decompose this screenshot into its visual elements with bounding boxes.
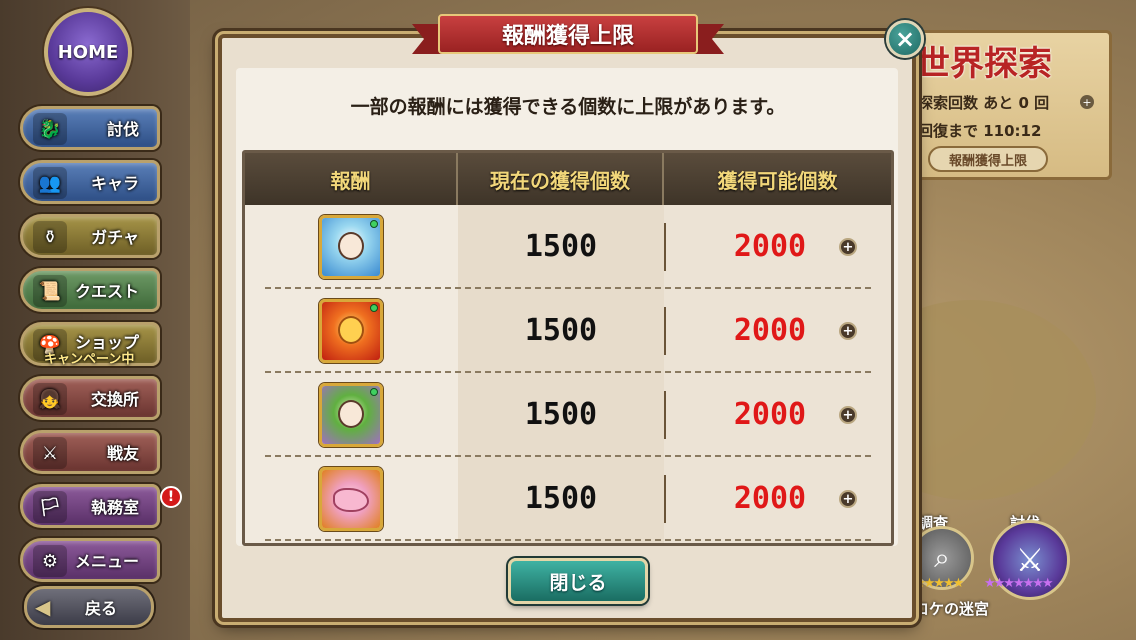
menu-label: クエスト [74, 282, 139, 301]
table-row: 1500 2000 + [245, 373, 891, 457]
dialog-title: 報酬獲得上限 [438, 14, 698, 54]
menu-item-menu[interactable]: ⚙ メニュー [20, 538, 160, 582]
scroll-icon: 📜 [33, 275, 67, 307]
characters-icon: 👥 [33, 167, 67, 199]
max-count: 2000 [733, 229, 807, 264]
reward-limit-table: 報酬 現在の獲得個数 獲得可能個数 1500 2000 + 1500 2000 … [242, 150, 894, 546]
column-header-reward: 報酬 [245, 153, 458, 205]
office-alert-icon: ! [160, 486, 182, 508]
plus-icon[interactable]: + [839, 322, 857, 340]
flower-beast-unit-icon [322, 302, 380, 360]
close-dialog-button[interactable]: 閉じる [508, 558, 648, 604]
gear-icon: ⚙ [33, 545, 67, 577]
current-count: 1500 [524, 397, 598, 432]
menu-item-subjugate[interactable]: 🐉 討伐 [20, 106, 160, 150]
menu-label: 討伐 [106, 120, 139, 139]
hooded-girl-unit-icon [322, 386, 380, 444]
menu-item-exchange[interactable]: 👧 交換所 [20, 376, 160, 420]
menu-label: メニュー [74, 552, 139, 571]
reward-limit-button[interactable]: 報酬獲得上限 [928, 146, 1048, 172]
dragon-icon: 🐉 [33, 113, 67, 145]
menu-label: 交換所 [90, 390, 139, 409]
dungeon-name: コケの迷宮 [914, 600, 990, 618]
plus-icon[interactable]: + [839, 490, 857, 508]
world-explore-title: 世界探索 [916, 44, 1052, 84]
subjugate-stars: ★★★★★★★ [984, 576, 1054, 591]
table-row: 1500 2000 + [245, 457, 891, 541]
explore-plus-icon[interactable]: + [1080, 95, 1094, 109]
table-row: 1500 2000 + [245, 205, 891, 289]
menu-item-quest[interactable]: 📜 クエスト [20, 268, 160, 312]
current-count: 1500 [524, 481, 598, 516]
reward-item-icon[interactable] [319, 383, 383, 447]
explore-count-text: 探索回数 あと 0 回 [918, 94, 1050, 112]
row-separator [265, 539, 871, 541]
current-count: 1500 [524, 313, 598, 348]
back-label: 戻る [84, 599, 117, 618]
dialog-title-ribbon: 報酬獲得上限 [412, 14, 724, 58]
plus-icon[interactable]: + [839, 406, 857, 424]
column-divider [664, 391, 666, 439]
menu-item-gacha[interactable]: ⚱ ガチャ [20, 214, 160, 258]
swords-icon: ⚔ [33, 437, 67, 469]
dialog-close-button[interactable]: × [886, 20, 924, 58]
shop-campaign-badge: キャンペーン中 [44, 352, 135, 367]
column-divider [664, 475, 666, 523]
girl-icon: 👧 [33, 383, 67, 415]
max-count: 2000 [733, 481, 807, 516]
recovery-time-text: 回復まで 110:12 [918, 122, 1042, 140]
max-count: 2000 [733, 397, 807, 432]
table-row: 1500 2000 + [245, 289, 891, 373]
pink-creature-unit-icon [322, 470, 380, 528]
table-header: 報酬 現在の獲得個数 獲得可能個数 [245, 153, 891, 205]
max-count: 2000 [733, 313, 807, 348]
home-button[interactable]: HOME [44, 8, 132, 96]
menu-label: 執務室 [90, 498, 139, 517]
water-girl-unit-icon [322, 218, 380, 276]
banner-icon: 🏳 [33, 491, 67, 523]
current-count: 1500 [524, 229, 598, 264]
column-divider [664, 223, 666, 271]
menu-label: 戦友 [106, 444, 139, 463]
dialog-notice-text: 一部の報酬には獲得できる個数に上限があります。 [350, 96, 786, 118]
crossed-swords-icon: ⚔ [1015, 541, 1045, 579]
magnifier-icon: ⌕ [934, 541, 950, 574]
back-arrow-icon: ◀ [35, 595, 51, 619]
reward-item-icon[interactable] [319, 467, 383, 531]
close-icon: × [894, 25, 916, 53]
survey-stars: ★★★★★ [914, 576, 964, 591]
menu-item-characters[interactable]: 👥 キャラ [20, 160, 160, 204]
plus-icon[interactable]: + [839, 238, 857, 256]
table-body: 1500 2000 + 1500 2000 + 1500 2000 + 1500… [245, 205, 891, 543]
column-divider [664, 307, 666, 355]
reward-item-icon[interactable] [319, 215, 383, 279]
menu-label: キャラ [90, 174, 139, 193]
reward-item-icon[interactable] [319, 299, 383, 363]
pot-icon: ⚱ [33, 221, 67, 253]
column-header-current: 現在の獲得個数 [458, 153, 664, 205]
menu-label: ガチャ [91, 228, 139, 247]
column-header-max: 獲得可能個数 [717, 168, 838, 193]
back-button[interactable]: ◀ 戻る [24, 586, 154, 628]
menu-item-friends[interactable]: ⚔ 戦友 [20, 430, 160, 474]
menu-item-office[interactable]: 🏳 執務室 [20, 484, 160, 528]
